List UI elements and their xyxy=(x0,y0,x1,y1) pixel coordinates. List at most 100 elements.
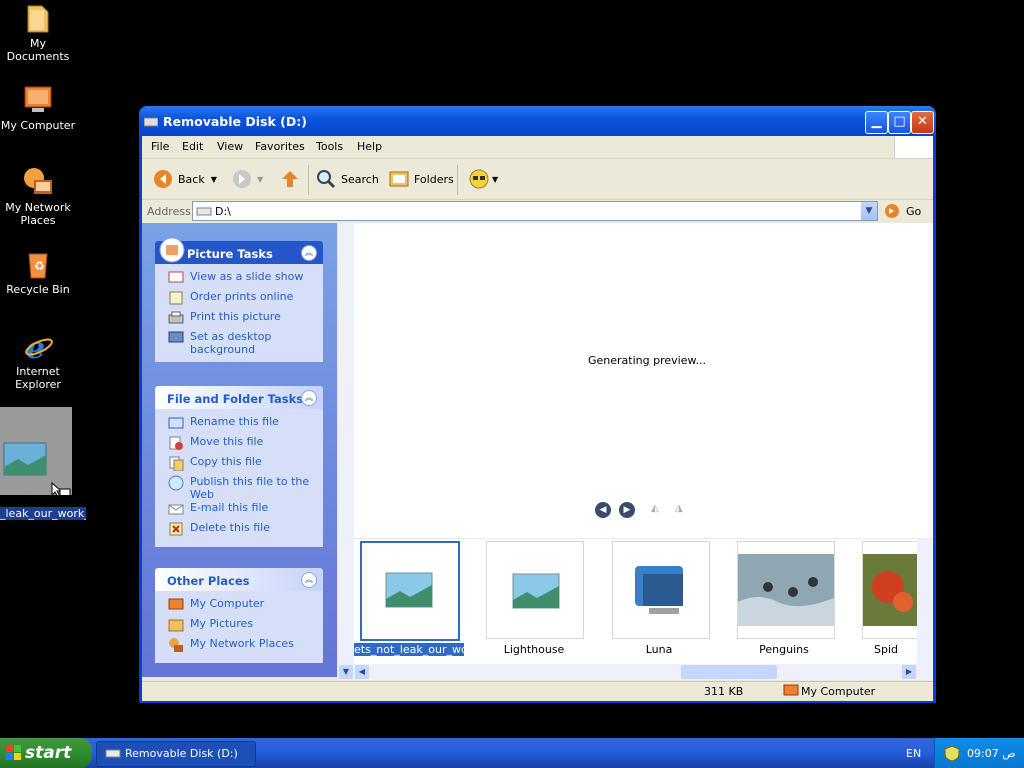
address-dropdown-button[interactable]: ▼ xyxy=(861,202,877,220)
thumbnail-label-spider: Spid xyxy=(874,643,899,656)
thumbnail-spider[interactable] xyxy=(862,541,919,639)
menu-help[interactable]: Help xyxy=(357,140,382,153)
place-my-network-places[interactable]: My Network Places xyxy=(155,637,323,657)
forward-button[interactable]: ▼ xyxy=(231,167,263,191)
search-label: Search xyxy=(341,172,379,186)
task-move-file[interactable]: Move this file xyxy=(155,435,323,455)
thumbnail-0[interactable] xyxy=(360,541,460,641)
close-button[interactable]: ✕ xyxy=(911,111,934,134)
desktop-icon-recycle-bin[interactable]: ♻ Recycle Bin xyxy=(0,248,76,296)
menu-favorites[interactable]: Favorites xyxy=(255,140,305,153)
maximize-button[interactable]: □ xyxy=(888,111,911,134)
task-email-file[interactable]: E-mail this file xyxy=(155,501,323,521)
image-file-icon xyxy=(3,442,71,500)
task-label: Publish this file to the Web xyxy=(190,475,310,501)
task-label: Move this file xyxy=(190,435,264,448)
place-my-pictures[interactable]: My Pictures xyxy=(155,617,323,637)
task-label: Order prints online xyxy=(190,290,294,303)
taskbar-button-removable-disk[interactable]: Removable Disk (D:) xyxy=(96,741,256,767)
thumbnail-luna[interactable] xyxy=(612,541,710,639)
email-icon xyxy=(168,504,184,515)
minimize-button[interactable]: ▁ xyxy=(865,111,888,134)
folders-label: Folders xyxy=(414,172,454,186)
chevron-down-icon[interactable]: ▼ xyxy=(339,665,353,679)
up-button[interactable] xyxy=(279,167,301,191)
task-label: My Computer xyxy=(190,597,265,610)
chevron-down-icon: ▼ xyxy=(257,174,264,184)
language-indicator[interactable]: EN xyxy=(906,747,921,760)
desktop-icon-label: Internet Explorer xyxy=(15,365,61,391)
back-button[interactable]: Back ▼ xyxy=(152,167,217,191)
task-print-picture[interactable]: Print this picture xyxy=(155,310,323,330)
menu-edit[interactable]: Edit xyxy=(182,140,203,153)
picture-tasks-title: Picture Tasks xyxy=(187,247,273,261)
start-button[interactable]: start xyxy=(0,738,92,768)
task-view-slideshow[interactable]: View as a slide show xyxy=(155,270,323,290)
recycle-bin-icon: ♻ xyxy=(22,248,54,280)
toolbar: Back ▼ ▼ Search Folders ▼ xyxy=(142,159,933,200)
thumbnail-lighthouse[interactable] xyxy=(486,541,584,639)
task-order-prints[interactable]: Order prints online xyxy=(155,290,323,310)
collapse-icon[interactable]: ︽ xyxy=(301,245,317,261)
file-folder-tasks-header[interactable]: File and Folder Tasks ︽ xyxy=(155,386,323,409)
desktop-icon-my-computer[interactable]: My Computer xyxy=(0,84,76,132)
drive-icon xyxy=(144,117,158,127)
pictures-folder-icon xyxy=(168,619,184,632)
taskbar: start Removable Disk (D:) EN 09:07 ص xyxy=(0,738,1024,768)
thumbnail-label-luna: Luna xyxy=(645,643,673,656)
task-copy-file[interactable]: Copy this file xyxy=(155,455,323,475)
filmstrip-vertical-scrollbar[interactable] xyxy=(917,539,933,669)
dragged-file-icon[interactable]: _leak_our_work_ remix xyxy=(0,407,86,520)
image-file-icon xyxy=(512,573,560,609)
task-label: View as a slide show xyxy=(190,270,304,283)
menu-view[interactable]: View xyxy=(217,140,243,153)
task-delete-file[interactable]: Delete this file xyxy=(155,521,323,541)
scroll-thumb[interactable] xyxy=(681,665,777,679)
up-folder-icon xyxy=(282,171,298,187)
place-my-computer[interactable]: My Computer xyxy=(155,597,323,617)
drive-icon xyxy=(105,749,121,758)
content-pane: Generating preview... ◀ ▶ ◭ ◮ ets_not_le… xyxy=(338,223,933,680)
desktop-icon-internet-explorer[interactable]: e Internet Explorer xyxy=(0,330,76,391)
rotate-clockwise-icon[interactable]: ◭ xyxy=(651,503,659,514)
task-label: E-mail this file xyxy=(190,501,269,514)
web-publish-icon xyxy=(168,475,184,491)
thumbnail-penguins[interactable] xyxy=(737,541,835,639)
back-arrow-icon xyxy=(154,170,172,188)
menu-file[interactable]: File xyxy=(151,140,169,153)
rotate-counterclockwise-icon[interactable]: ◮ xyxy=(675,503,683,514)
go-button[interactable]: Go xyxy=(884,203,921,219)
views-button[interactable]: ▼ xyxy=(468,167,498,191)
scroll-left-icon[interactable]: ◀ xyxy=(355,665,369,679)
task-label: Set as desktop background xyxy=(190,330,272,356)
picture-tasks-header[interactable]: Picture Tasks ︽ xyxy=(155,237,323,264)
folders-button[interactable]: Folders xyxy=(388,167,454,191)
start-label: start xyxy=(25,743,72,763)
address-input[interactable]: D:\ ▼ xyxy=(192,201,878,221)
scroll-right-icon[interactable]: ▶ xyxy=(902,665,916,679)
previous-image-button[interactable]: ◀ xyxy=(595,502,611,518)
collapse-icon[interactable]: ︽ xyxy=(301,390,317,406)
search-button[interactable]: Search xyxy=(315,167,379,191)
dragged-file-label: _leak_our_work_ remix xyxy=(0,507,86,520)
svg-text:♻: ♻ xyxy=(34,259,45,273)
task-publish-file[interactable]: Publish this file to the Web xyxy=(155,475,323,501)
task-rename-file[interactable]: Rename this file xyxy=(155,415,323,435)
filmstrip: ets_not_leak_our_work_ remix Lighthouse … xyxy=(354,538,933,669)
collapse-icon[interactable]: ︽ xyxy=(301,572,317,588)
security-shield-icon[interactable] xyxy=(943,745,961,761)
desktop-icon-my-documents[interactable]: My Documents xyxy=(0,2,76,63)
task-set-desktop-background[interactable]: Set as desktop background xyxy=(155,330,323,356)
other-places-header[interactable]: Other Places ︽ xyxy=(155,568,323,591)
horizontal-scrollbar[interactable]: ▼ ◀ ▶ xyxy=(338,664,933,680)
title-bar[interactable]: Removable Disk (D:) ▁ □ ✕ xyxy=(139,106,936,136)
other-places-body: My Computer My Pictures My Network Place… xyxy=(155,591,323,663)
next-image-button[interactable]: ▶ xyxy=(619,502,635,518)
luna-theme-icon xyxy=(635,566,683,614)
vertical-scrollbar[interactable] xyxy=(338,223,354,677)
clock[interactable]: 09:07 ص xyxy=(967,747,1016,760)
computer-icon xyxy=(783,684,799,696)
picture-tasks-panel: Picture Tasks ︽ View as a slide show Ord… xyxy=(155,237,323,362)
desktop-icon-my-network-places[interactable]: My Network Places xyxy=(0,166,76,227)
menu-tools[interactable]: Tools xyxy=(316,140,343,153)
